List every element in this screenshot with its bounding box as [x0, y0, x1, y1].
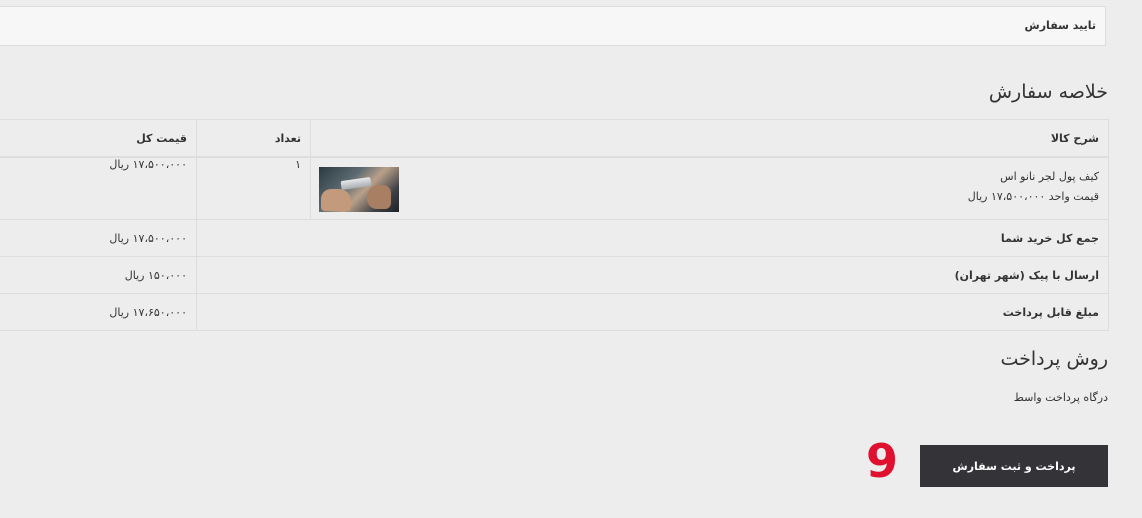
subtotal-value: ۱۷،۵۰۰،۰۰۰ ریال [0, 219, 197, 257]
order-summary-heading: خلاصه سفارش [988, 81, 1108, 103]
item-quantity: ۱ [196, 156, 311, 220]
table-row: کیف پول لجر نانو اس قیمت واحد ۱۷،۵۰۰،۰۰۰… [0, 156, 1109, 220]
order-summary-table: شرح کالا تعداد قیمت کل کیف پول لجر نانو … [0, 119, 1109, 331]
item-name: کیف پول لجر نانو اس [1000, 170, 1099, 183]
item-total-price: ۱۷،۵۰۰،۰۰۰ ریال [0, 156, 197, 220]
shipping-label: ارسال با پیک (شهر تهران) [196, 256, 1109, 294]
item-unit-price: قیمت واحد ۱۷،۵۰۰،۰۰۰ ریال [967, 190, 1099, 203]
product-thumbnail[interactable] [319, 167, 399, 212]
payable-label: مبلغ قابل پرداخت [196, 293, 1109, 331]
payment-method-heading: روش پرداخت [1000, 348, 1109, 370]
pay-and-submit-order-button[interactable]: پرداخت و ثبت سفارش [920, 445, 1108, 487]
column-header-quantity: تعداد [196, 119, 311, 158]
subtotal-row: جمع کل خرید شما ۱۷،۵۰۰،۰۰۰ ریال [0, 219, 1109, 257]
shipping-row: ارسال با پیک (شهر تهران) ۱۵۰،۰۰۰ ریال [0, 256, 1109, 294]
column-header-description: شرح کالا [310, 119, 1109, 158]
column-header-total-price: قیمت کل [0, 119, 197, 158]
subtotal-label: جمع کل خرید شما [196, 219, 1109, 257]
shipping-value: ۱۵۰،۰۰۰ ریال [0, 256, 197, 294]
confirm-order-title: تایید سفارش [1024, 19, 1096, 32]
confirm-order-bar: تایید سفارش [0, 6, 1106, 46]
payment-method-option[interactable]: درگاه پرداخت واسط [1014, 391, 1108, 404]
payable-row: مبلغ قابل پرداخت ۱۷،۶۵۰،۰۰۰ ریال [0, 293, 1109, 331]
payable-value: ۱۷،۶۵۰،۰۰۰ ریال [0, 293, 197, 331]
step-number-badge: 9 [866, 434, 899, 488]
table-header-row: شرح کالا تعداد قیمت کل [0, 119, 1109, 158]
item-description-cell: کیف پول لجر نانو اس قیمت واحد ۱۷،۵۰۰،۰۰۰… [310, 156, 1109, 220]
item-description: کیف پول لجر نانو اس قیمت واحد ۱۷،۵۰۰،۰۰۰… [968, 167, 1099, 207]
